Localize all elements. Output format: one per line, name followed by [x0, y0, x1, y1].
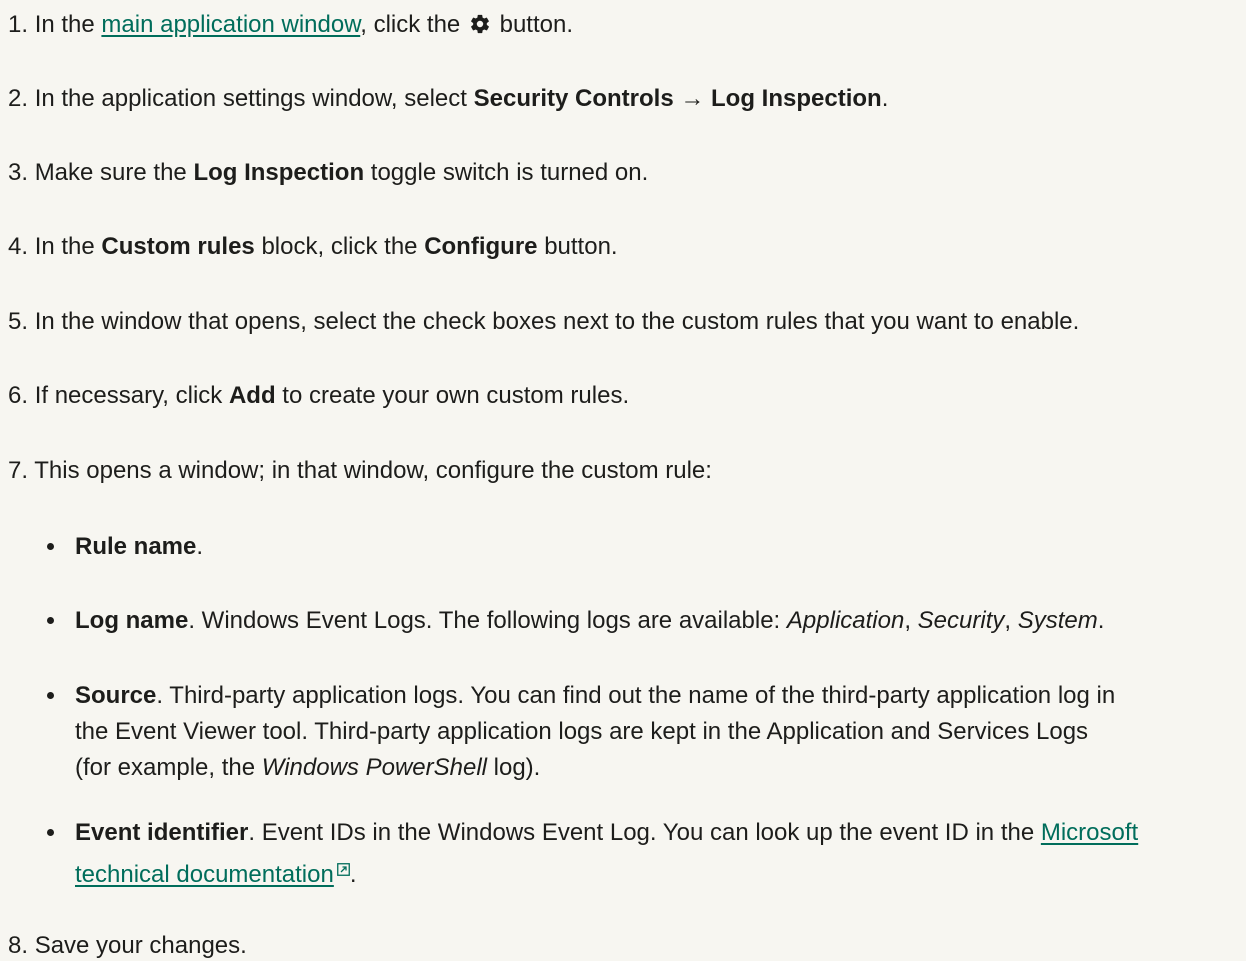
step-7: 7. This opens a window; in that window, … — [8, 456, 712, 486]
step-number: 2. — [8, 85, 29, 112]
step-text: Make sure the — [34, 159, 187, 186]
technical-documentation-link[interactable]: technical documentation — [75, 861, 334, 888]
log-windows-powershell: Windows PowerShell — [261, 754, 487, 781]
step-text: In the — [34, 233, 95, 260]
separator: , — [904, 607, 911, 634]
step-text: . — [881, 85, 889, 112]
step-3: 3. Make sure the Log Inspection toggle s… — [8, 158, 648, 188]
step-text: In the — [34, 11, 95, 38]
bullet-marker — [47, 617, 54, 624]
step-text: button. — [499, 11, 574, 38]
step-number: 4. — [8, 233, 29, 260]
bullet-event-identifier-line-1: Event identifier. Event IDs in the Windo… — [75, 818, 1138, 848]
bullet-text: . — [196, 533, 204, 560]
bullet-text: . — [349, 861, 357, 888]
step-text: If necessary, click — [34, 382, 223, 409]
bullet-source-line-2: the Event Viewer tool. Third-party appli… — [75, 717, 1088, 747]
microsoft-docs-link[interactable]: Microsoft — [1041, 819, 1138, 846]
ui-term-log-inspection: Log Inspection — [711, 85, 882, 112]
step-2: 2. In the application settings window, s… — [8, 84, 888, 114]
step-5: 5. In the window that opens, select the … — [8, 307, 1079, 337]
bullet-text: the Event Viewer tool. Third-party appli… — [75, 718, 1089, 745]
external-link-icon[interactable] — [336, 854, 350, 876]
field-term-source: Source — [75, 682, 157, 709]
bullet-text: . Windows Event Logs. The following logs… — [188, 607, 781, 634]
step-text: block, click the — [261, 233, 418, 260]
field-term-log-name: Log name — [75, 607, 189, 634]
ui-term-add: Add — [228, 382, 276, 409]
step-6: 6. If necessary, click Add to create you… — [8, 381, 629, 411]
bullet-source-line-1: Source. Third-party application logs. Yo… — [75, 681, 1115, 711]
ui-term-log-inspection: Log Inspection — [193, 159, 365, 186]
field-term-event-identifier: Event identifier — [75, 819, 249, 846]
log-security: Security — [917, 607, 1005, 634]
bullet-text: . Event IDs in the Windows Event Log. Yo… — [248, 819, 1035, 846]
step-text: Save your changes. — [34, 932, 247, 959]
step-text: to create your own custom rules. — [282, 382, 630, 409]
log-system: System — [1017, 607, 1098, 634]
step-text: This opens a window; in that window, con… — [34, 457, 712, 484]
bullet-source-line-3: (for example, the Windows PowerShell log… — [75, 753, 540, 783]
step-number: 1. — [8, 11, 29, 38]
bullet-marker — [47, 543, 54, 550]
log-application: Application — [786, 607, 905, 634]
step-number: 3. — [8, 159, 29, 186]
bullet-text: log). — [493, 754, 541, 781]
step-number: 5. — [8, 308, 29, 335]
step-text: In the window that opens, select the che… — [34, 308, 1080, 335]
bullet-rule-name: Rule name. — [75, 532, 203, 562]
arrow-glyph: → — [680, 85, 705, 112]
ui-term-custom-rules: Custom rules — [101, 233, 255, 260]
step-4: 4. In the Custom rules block, click the … — [8, 232, 618, 262]
step-text: button. — [544, 233, 618, 260]
bullet-log-name: Log name. Windows Event Logs. The follow… — [75, 606, 1104, 636]
bullet-event-identifier-line-2: technical documentation . — [75, 854, 357, 890]
step-number: 7. — [8, 457, 29, 484]
bullet-marker — [47, 692, 54, 699]
bullet-text: . Third-party application logs. You can … — [156, 682, 1116, 709]
field-term-rule-name: Rule name — [75, 533, 197, 560]
bullet-text: (for example, the — [75, 754, 256, 781]
step-8: 8. Save your changes. — [8, 931, 247, 961]
ui-term-configure: Configure — [424, 233, 538, 260]
bullet-text: . — [1097, 607, 1105, 634]
step-number: 8. — [8, 932, 29, 959]
ui-term-security-controls: Security Controls — [473, 85, 674, 112]
separator: , — [1004, 607, 1012, 634]
gear-icon — [469, 13, 491, 35]
bullet-marker — [47, 829, 54, 836]
step-1: 1. In the main application window, click… — [8, 10, 573, 40]
main-application-window-link[interactable]: main application window — [101, 11, 360, 38]
step-text: In the application settings window, sele… — [34, 85, 467, 112]
step-text: toggle switch is turned on. — [370, 159, 649, 186]
step-text: , click the — [360, 11, 461, 38]
step-number: 6. — [8, 382, 29, 409]
